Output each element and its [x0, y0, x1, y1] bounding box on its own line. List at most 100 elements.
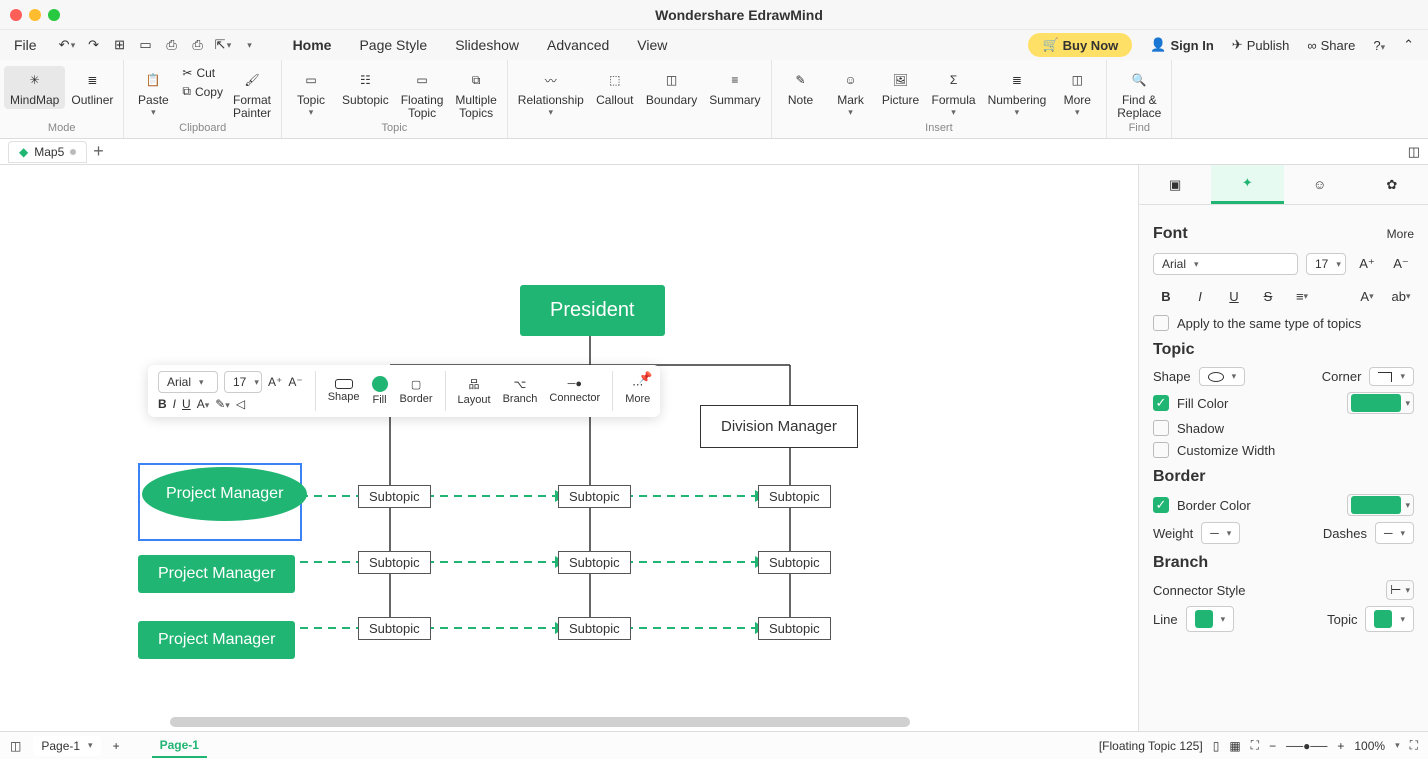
font-select[interactable]: Arial — [158, 371, 218, 393]
topic-color-select[interactable] — [1365, 606, 1414, 632]
font-color-button[interactable]: A▾ — [1354, 283, 1380, 309]
italic-button[interactable]: I — [173, 397, 176, 411]
clear-format-button[interactable]: ◁ — [236, 397, 245, 411]
node-subtopic[interactable]: Subtopic — [558, 617, 631, 640]
horizontal-scrollbar[interactable] — [170, 717, 910, 727]
zoom-out-button[interactable]: − — [1269, 739, 1276, 753]
fullscreen-icon[interactable]: ⛶ — [1410, 738, 1418, 753]
view-mode-1-icon[interactable]: ▯ — [1213, 739, 1220, 753]
mark-button[interactable]: ☺Mark▾ — [826, 66, 876, 120]
copy-button[interactable]: ⧉ Copy — [182, 84, 223, 99]
print-icon[interactable]: ⎙ — [189, 36, 207, 54]
note-button[interactable]: ✎Note — [776, 66, 826, 120]
save-icon[interactable]: ⎙ — [163, 36, 181, 54]
dashes-select[interactable]: ─ — [1375, 522, 1414, 544]
export-icon[interactable]: ⇱ ▾ — [215, 36, 233, 54]
apply-same-checkbox[interactable] — [1153, 315, 1169, 331]
node-subtopic[interactable]: Subtopic — [758, 617, 831, 640]
node-division-manager[interactable]: Division Manager — [700, 405, 858, 448]
weight-select[interactable]: ─ — [1201, 522, 1240, 544]
sp-tab-clipart[interactable]: ✿ — [1356, 165, 1428, 204]
cut-button[interactable]: ✂ Cut — [182, 66, 223, 80]
shadow-checkbox[interactable] — [1153, 420, 1169, 436]
minimize-window-icon[interactable] — [29, 9, 41, 21]
bold-button[interactable]: B — [158, 397, 167, 411]
signin-button[interactable]: 👤 Sign In — [1150, 37, 1214, 53]
more-button[interactable]: ◫More▾ — [1052, 66, 1102, 120]
node-subtopic[interactable]: Subtopic — [358, 617, 431, 640]
strike-button[interactable]: S — [1255, 283, 1281, 309]
fill-color-checkbox[interactable]: ✓ — [1153, 395, 1169, 411]
italic-button[interactable]: I — [1187, 283, 1213, 309]
fill-color-swatch[interactable]: ▾ — [1347, 392, 1414, 414]
zoom-in-button[interactable]: + — [1337, 739, 1344, 753]
picture-button[interactable]: 🖼Picture — [876, 66, 926, 120]
underline-button[interactable]: U — [182, 397, 191, 411]
page-select[interactable]: Page-1 — [33, 736, 100, 756]
font-more-link[interactable]: More — [1387, 227, 1414, 241]
mindmap-button[interactable]: ✳MindMap — [4, 66, 65, 109]
tab-slideshow[interactable]: Slideshow — [455, 37, 519, 53]
shape-select[interactable] — [1199, 367, 1246, 386]
close-window-icon[interactable] — [10, 9, 22, 21]
font-inc-button[interactable]: A⁺ — [1354, 251, 1380, 277]
sp-tab-outline[interactable]: ▣ — [1139, 165, 1211, 204]
highlight-button[interactable]: ✎▾ — [215, 397, 230, 411]
border-button[interactable]: ▢Border — [396, 378, 437, 405]
canvas[interactable]: President Division Manager Project Manag… — [0, 165, 1138, 731]
bold-button[interactable]: B — [1153, 283, 1179, 309]
open-icon[interactable]: ▭ — [137, 36, 155, 54]
page-tab[interactable]: Page-1 — [152, 734, 207, 758]
publish-button[interactable]: ✈ Publish — [1232, 37, 1290, 53]
multiple-topics-button[interactable]: ⧉Multiple Topics — [449, 66, 502, 122]
font-size-select[interactable]: 17 — [1306, 253, 1346, 275]
undo-icon[interactable]: ↶ ▾ — [59, 36, 77, 54]
sp-tab-emoji[interactable]: ☺ — [1284, 165, 1356, 204]
find-replace-button[interactable]: 🔍Find & Replace — [1111, 66, 1167, 122]
font-color-button[interactable]: A▾ — [197, 397, 210, 411]
zoom-dropdown-icon[interactable]: ▾ — [1395, 740, 1400, 751]
paste-button[interactable]: 📋Paste▾ — [128, 66, 178, 120]
size-select[interactable]: 17 — [224, 371, 262, 393]
tab-advanced[interactable]: Advanced — [547, 37, 609, 53]
add-page-button[interactable]: + — [113, 739, 120, 753]
connector-style-select[interactable]: ⊢ ▾ — [1386, 580, 1414, 600]
layout-button[interactable]: 品Layout — [454, 376, 495, 406]
line-color-select[interactable] — [1186, 606, 1235, 632]
new-tab-button[interactable]: + — [93, 141, 104, 162]
node-project-manager-1[interactable]: Project Manager — [142, 467, 307, 521]
help-icon[interactable]: ?▾ — [1373, 38, 1385, 53]
summary-button[interactable]: ≡Summary — [703, 66, 766, 134]
maximize-window-icon[interactable] — [48, 9, 60, 21]
tab-view[interactable]: View — [637, 37, 667, 53]
doc-tab[interactable]: ◆ Map5 — [8, 141, 87, 163]
topic-button[interactable]: ▭Topic▾ — [286, 66, 336, 122]
file-menu[interactable]: File — [14, 37, 37, 53]
view-mode-2-icon[interactable]: ▦ — [1229, 739, 1240, 753]
border-color-swatch[interactable]: ▾ — [1347, 494, 1414, 516]
subtopic-button[interactable]: ☷Subtopic — [336, 66, 395, 122]
panel-toggle-icon[interactable]: ◫ — [1408, 144, 1420, 160]
connector-button[interactable]: ─●Connector — [545, 378, 604, 404]
fill-button[interactable]: Fill — [368, 376, 392, 406]
border-color-checkbox[interactable]: ✓ — [1153, 497, 1169, 513]
node-subtopic[interactable]: Subtopic — [358, 551, 431, 574]
relationship-button[interactable]: 〰Relationship▾ — [512, 66, 590, 134]
floating-topic-button[interactable]: ▭Floating Topic — [395, 66, 450, 122]
node-president[interactable]: President — [520, 285, 665, 336]
underline-button[interactable]: U — [1221, 283, 1247, 309]
collapse-ribbon-icon[interactable]: ⌃ — [1403, 37, 1414, 53]
node-project-manager-3[interactable]: Project Manager — [138, 621, 295, 659]
branch-button[interactable]: ⌥Branch — [499, 378, 542, 405]
text-transform-button[interactable]: ab▾ — [1388, 283, 1414, 309]
qa-more-icon[interactable]: ▾ — [241, 36, 259, 54]
outliner-button[interactable]: ≣Outliner — [65, 66, 119, 109]
custom-width-checkbox[interactable] — [1153, 442, 1169, 458]
share-button[interactable]: ∞ Share — [1307, 38, 1355, 53]
corner-select[interactable] — [1369, 367, 1414, 386]
node-subtopic[interactable]: Subtopic — [758, 485, 831, 508]
numbering-button[interactable]: ≣Numbering▾ — [982, 66, 1053, 120]
node-project-manager-2[interactable]: Project Manager — [138, 555, 295, 593]
fit-page-icon[interactable]: ⛶ — [1251, 738, 1259, 753]
node-subtopic[interactable]: Subtopic — [558, 551, 631, 574]
